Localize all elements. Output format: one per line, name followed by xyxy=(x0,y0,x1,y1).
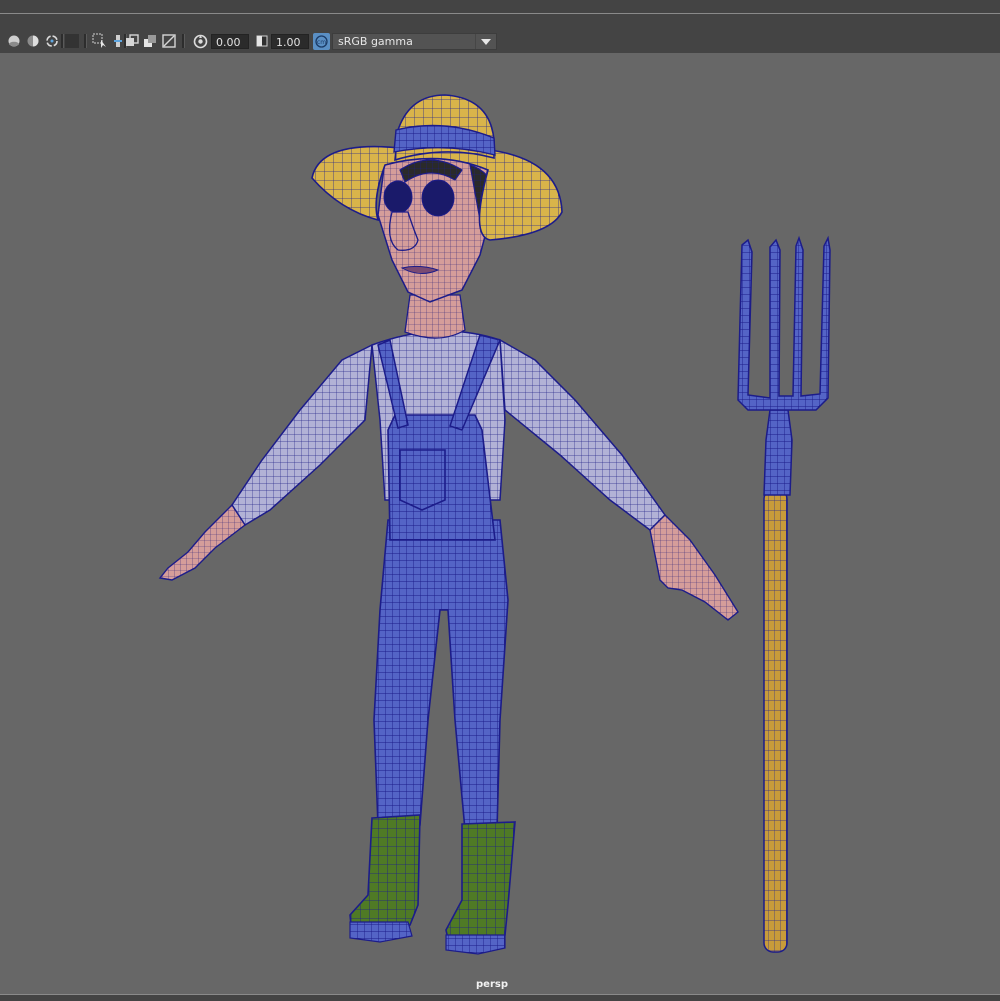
gamma-dial-icon[interactable] xyxy=(192,33,208,49)
left-eye xyxy=(383,180,413,214)
pitchfork-handle xyxy=(763,489,788,953)
toolbar-separator xyxy=(84,34,87,48)
gamma-field[interactable]: 1.00 xyxy=(271,34,309,49)
right-boot xyxy=(445,821,516,951)
overlap-squares-icon[interactable] xyxy=(124,33,140,49)
chevron-down-icon[interactable] xyxy=(475,34,496,49)
bib-pocket xyxy=(399,449,446,511)
3d-viewport[interactable] xyxy=(0,53,1000,994)
select-lasso-icon[interactable] xyxy=(92,33,108,49)
right-hand xyxy=(649,514,739,621)
layers-icon[interactable] xyxy=(142,33,158,49)
left-hand xyxy=(158,503,246,581)
pitchfork-tines xyxy=(737,235,831,411)
exposure-field[interactable]: 0.00 xyxy=(211,34,249,49)
neck xyxy=(404,294,466,339)
view-transform-dropdown[interactable]: sRGB gamma xyxy=(332,33,497,50)
exposure-icon[interactable] xyxy=(254,33,270,49)
overalls-legs xyxy=(373,519,509,831)
left-boot-sole xyxy=(349,921,413,943)
rotate-sphere-icon[interactable] xyxy=(44,33,60,49)
shaded-sphere-icon[interactable] xyxy=(6,33,22,49)
right-boot-sole xyxy=(445,934,506,955)
resolution-icon[interactable] xyxy=(161,33,177,49)
right-sleeve xyxy=(499,338,666,531)
dark-square-icon[interactable] xyxy=(64,33,80,49)
pitchfork-ferrule xyxy=(763,409,793,496)
toolbar-separator xyxy=(182,34,185,48)
farmer-model[interactable] xyxy=(158,94,739,955)
view-transform-value: sRGB gamma xyxy=(338,35,413,48)
menu-strip xyxy=(0,0,1000,14)
left-sleeve xyxy=(231,343,373,527)
color-management-icon[interactable]: cm xyxy=(313,33,330,50)
half-sphere-icon[interactable] xyxy=(25,33,41,49)
camera-label: persp xyxy=(476,979,508,990)
right-eye xyxy=(421,179,455,217)
left-boot xyxy=(349,814,421,939)
pitchfork-model[interactable] xyxy=(737,235,831,953)
svg-text:cm: cm xyxy=(317,39,326,46)
